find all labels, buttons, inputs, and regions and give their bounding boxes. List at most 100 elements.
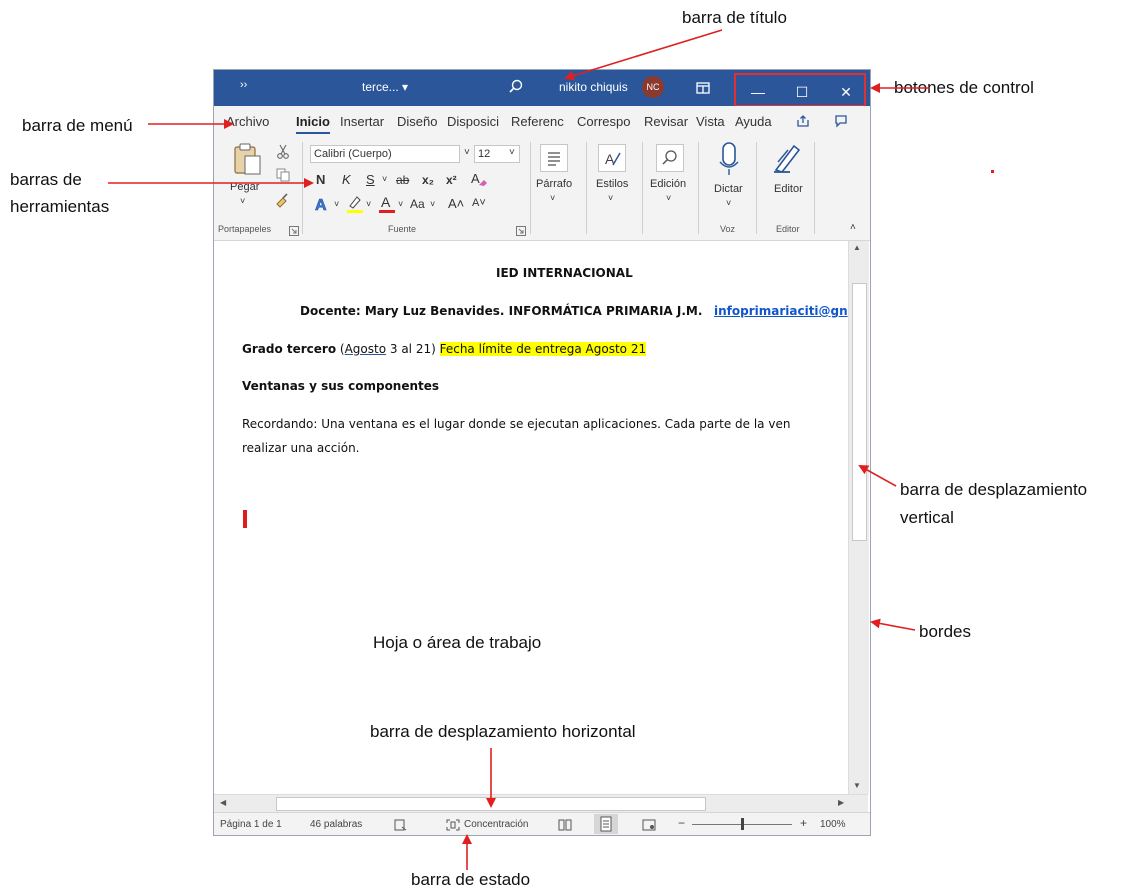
group-label-editor: Editor <box>776 224 800 234</box>
horizontal-scrollbar[interactable]: ◀ ▶ <box>214 794 868 813</box>
tab-correspondencia[interactable]: Correspo <box>577 114 630 129</box>
proofing-icon[interactable] <box>394 818 408 835</box>
italic-button[interactable]: K <box>342 172 351 187</box>
text-effects-icon[interactable]: A <box>314 195 332 218</box>
font-name-select[interactable]: Calibri (Cuerpo) <box>310 145 460 163</box>
document-title[interactable]: terce... ▾ <box>362 80 408 94</box>
minimize-button[interactable]: — <box>736 75 780 109</box>
tab-archivo[interactable]: Archivo <box>226 114 269 129</box>
tab-referencias[interactable]: Referenc <box>511 114 564 129</box>
highlight-dropdown-icon[interactable]: ˅ <box>366 199 371 209</box>
doc-heading: IED INTERNACIONAL <box>496 266 633 280</box>
format-painter-icon[interactable] <box>274 192 290 213</box>
paste-icon[interactable] <box>232 142 262 181</box>
zoom-slider-track[interactable] <box>692 818 792 830</box>
doc-email-link[interactable]: infoprimariaciti@gn <box>714 304 848 318</box>
underline-dropdown-icon[interactable]: ˅ <box>382 174 387 184</box>
microphone-icon[interactable] <box>718 142 740 181</box>
horizontal-scroll-thumb[interactable] <box>276 797 706 811</box>
tab-insertar[interactable]: Insertar <box>340 114 384 129</box>
paragraph-button-label[interactable]: Párrafo <box>536 178 572 190</box>
dictate-button-label[interactable]: Dictar <box>714 183 743 195</box>
doc-grade-rest: 3 al 21) <box>386 342 440 356</box>
search-icon[interactable] <box>508 79 524 100</box>
ribbon-separator <box>302 142 303 234</box>
status-page[interactable]: Página 1 de 1 <box>220 819 282 830</box>
editing-button-label[interactable]: Edición <box>650 178 686 190</box>
highlight-color-icon[interactable] <box>346 194 364 219</box>
zoom-out-button[interactable]: − <box>678 816 685 830</box>
shrink-font-button[interactable]: A˅ <box>472 197 486 209</box>
scroll-left-icon[interactable]: ◀ <box>220 798 226 807</box>
tab-disposicion[interactable]: Disposici <box>447 114 499 129</box>
editing-dropdown-icon[interactable]: ˅ <box>666 193 671 203</box>
styles-dropdown-icon[interactable]: ˅ <box>608 193 613 203</box>
font-color-dropdown-icon[interactable]: ˅ <box>398 199 403 209</box>
status-focus[interactable]: Concentración <box>464 819 528 830</box>
font-launcher-icon[interactable] <box>516 223 526 241</box>
clipboard-launcher-icon[interactable] <box>289 223 299 241</box>
doc-grade-month: Agosto <box>344 342 387 356</box>
subscript-button[interactable]: x₂ <box>422 173 434 187</box>
change-case-button[interactable]: Aa <box>410 197 425 211</box>
avatar[interactable]: NC <box>642 76 664 98</box>
copy-icon[interactable] <box>276 168 290 187</box>
label-menu-bar: barra de menú <box>22 116 133 135</box>
paste-button-label[interactable]: Pegar <box>230 181 259 193</box>
tab-diseno[interactable]: Diseño <box>397 114 437 129</box>
paste-dropdown-icon[interactable]: ˅ <box>240 196 245 206</box>
ribbon-display-options-icon[interactable] <box>696 81 710 99</box>
quick-access-overflow-icon[interactable]: ›› <box>240 79 247 91</box>
bold-button[interactable]: N <box>316 172 325 187</box>
print-layout-button[interactable] <box>594 814 618 834</box>
zoom-in-button[interactable]: + <box>800 816 807 830</box>
vertical-scroll-thumb[interactable] <box>852 283 867 541</box>
focus-icon[interactable] <box>446 818 460 835</box>
paragraph-icon[interactable] <box>540 144 568 172</box>
tab-revisar[interactable]: Revisar <box>644 114 688 129</box>
font-color-icon[interactable]: A <box>378 194 396 219</box>
grow-font-button[interactable]: A˄ <box>448 196 464 211</box>
superscript-button[interactable]: x² <box>446 173 457 187</box>
web-layout-icon[interactable] <box>642 818 656 835</box>
user-name[interactable]: nikito chiquis <box>559 80 628 94</box>
read-mode-icon[interactable] <box>558 818 572 835</box>
find-icon[interactable] <box>656 144 684 172</box>
ribbon-separator <box>756 142 757 234</box>
text-cursor <box>243 510 247 528</box>
tab-vista[interactable]: Vista <box>696 114 725 129</box>
styles-button-label[interactable]: Estilos <box>596 178 628 190</box>
comments-icon[interactable] <box>834 114 848 133</box>
dictate-dropdown-icon[interactable]: ˅ <box>726 198 731 208</box>
cut-icon[interactable] <box>276 144 290 165</box>
scroll-right-icon[interactable]: ▶ <box>838 798 844 807</box>
status-zoom-level[interactable]: 100% <box>820 819 846 830</box>
paragraph-dropdown-icon[interactable]: ˅ <box>550 193 555 203</box>
editor-pen-icon[interactable] <box>772 142 802 179</box>
styles-icon[interactable]: A <box>598 144 626 172</box>
label-title-bar: barra de título <box>682 8 787 27</box>
tab-inicio[interactable]: Inicio <box>296 114 330 134</box>
clear-formatting-icon[interactable]: A <box>470 170 488 193</box>
doc-body-line-1: Recordando: Una ventana es el lugar dond… <box>242 417 791 431</box>
strikethrough-button[interactable]: ab <box>396 173 409 187</box>
scroll-up-icon[interactable]: ▲ <box>853 243 861 252</box>
vertical-scrollbar[interactable]: ▲ ▼ <box>848 241 869 794</box>
label-hscroll: barra de desplazamiento horizontal <box>370 722 636 741</box>
change-case-dropdown-icon[interactable]: ˅ <box>430 199 435 209</box>
maximize-button[interactable]: ☐ <box>780 75 824 109</box>
underline-button[interactable]: S <box>366 172 375 187</box>
tab-ayuda[interactable]: Ayuda <box>735 114 772 129</box>
label-toolbars-line1: barras de <box>10 170 82 189</box>
zoom-slider-thumb[interactable] <box>741 818 744 830</box>
font-size-dropdown-icon[interactable]: ˅ <box>509 147 515 158</box>
document-work-area[interactable]: IED INTERNACIONAL Docente: Mary Luz Bena… <box>214 241 848 794</box>
editor-button-label[interactable]: Editor <box>774 183 803 195</box>
status-word-count[interactable]: 46 palabras <box>310 819 362 830</box>
scroll-down-icon[interactable]: ▼ <box>853 781 861 790</box>
close-button[interactable]: ✕ <box>824 75 868 109</box>
text-effects-dropdown-icon[interactable]: ˅ <box>334 199 339 209</box>
collapse-ribbon-icon[interactable]: ˄ <box>850 222 856 233</box>
font-name-dropdown-icon[interactable]: ˅ <box>464 147 470 158</box>
share-icon[interactable] <box>796 114 810 133</box>
